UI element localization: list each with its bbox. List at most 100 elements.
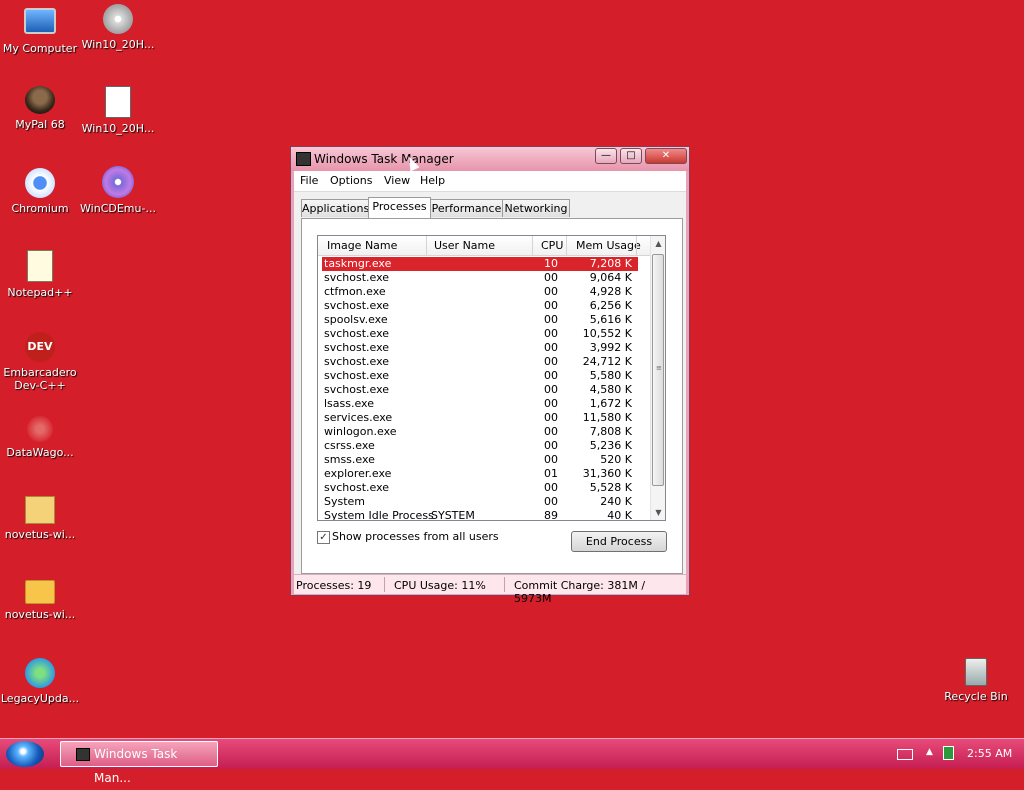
cell-mem-usage: 5,236 K — [589, 439, 632, 452]
battery-icon[interactable] — [943, 746, 954, 760]
datawago-icon — [27, 416, 53, 442]
keyboard-icon[interactable] — [897, 749, 913, 760]
table-row[interactable]: svchost.exe 00 5,528 K — [322, 481, 638, 495]
status-processes: Processes: 19 — [296, 579, 372, 592]
cell-cpu: 00 — [544, 383, 558, 396]
clock[interactable]: 2:55 AM — [967, 747, 1012, 760]
cell-image-name: svchost.exe — [324, 481, 390, 494]
vertical-scrollbar[interactable]: ▲ ≡ ▼ — [650, 236, 665, 520]
maximize-button[interactable]: □ — [620, 148, 642, 164]
table-row[interactable]: services.exe 00 11,580 K — [322, 411, 638, 425]
process-list[interactable]: Image Name User Name CPU Mem Usage taskm… — [317, 235, 666, 521]
desktop-icon-wincdemu[interactable]: WinCDEmu-... — [78, 166, 158, 215]
cell-image-name: System — [324, 495, 366, 508]
table-row[interactable]: spoolsv.exe 00 5,616 K — [322, 313, 638, 327]
cell-mem-usage: 7,808 K — [589, 425, 632, 438]
status-divider — [384, 577, 385, 592]
table-row[interactable]: svchost.exe 00 24,712 K — [322, 355, 638, 369]
cell-cpu: 00 — [544, 299, 558, 312]
cell-image-name: lsass.exe — [324, 397, 374, 410]
desktop-icon-win10-iso[interactable]: Win10_20H... — [78, 4, 158, 51]
desktop-icon-notepadpp[interactable]: Notepad++ — [0, 250, 80, 299]
cell-cpu: 10 — [544, 257, 558, 270]
table-row[interactable]: winlogon.exe 00 7,808 K — [322, 425, 638, 439]
table-row[interactable]: csrss.exe 00 5,236 K — [322, 439, 638, 453]
table-row[interactable]: ctfmon.exe 00 4,928 K — [322, 285, 638, 299]
close-button[interactable]: ✕ — [645, 148, 687, 164]
cell-cpu: 00 — [544, 271, 558, 284]
table-row[interactable]: lsass.exe 00 1,672 K — [322, 397, 638, 411]
status-bar: Processes: 19 CPU Usage: 11% Commit Char… — [294, 574, 686, 605]
scroll-up-arrow-icon[interactable]: ▲ — [651, 236, 665, 251]
desktop-icon-my-computer[interactable]: My Computer — [0, 4, 80, 55]
checkmark-icon[interactable]: ✓ — [317, 531, 330, 544]
desktop-icon-win10-file[interactable]: Win10_20H... — [78, 86, 158, 135]
desktop-icon-mypal[interactable]: MyPal 68 — [0, 86, 80, 131]
desktop-icon-label: novetus-wi... — [4, 528, 76, 541]
start-button[interactable] — [6, 741, 44, 767]
column-divider[interactable] — [566, 236, 567, 255]
scroll-thumb[interactable]: ≡ — [652, 254, 664, 486]
menu-help[interactable]: Help — [420, 174, 445, 187]
desktop-icon-recycle-bin[interactable]: Recycle Bin — [936, 658, 1016, 703]
column-divider[interactable] — [532, 236, 533, 255]
column-divider[interactable] — [426, 236, 427, 255]
table-row[interactable]: svchost.exe 00 3,992 K — [322, 341, 638, 355]
desktop-icon-datawago[interactable]: DataWago... — [0, 416, 80, 459]
table-row[interactable]: svchost.exe 00 10,552 K — [322, 327, 638, 341]
desktop-icon-legacyupdate[interactable]: LegacyUpda... — [0, 658, 80, 705]
table-row[interactable]: svchost.exe 00 5,580 K — [322, 369, 638, 383]
menu-view[interactable]: View — [384, 174, 410, 187]
table-row[interactable]: svchost.exe 00 4,580 K — [322, 383, 638, 397]
desktop-icon-chromium[interactable]: Chromium — [0, 168, 80, 215]
desktop-icon-label: MyPal 68 — [15, 118, 65, 131]
cell-mem-usage: 6,256 K — [589, 299, 632, 312]
computer-icon — [24, 8, 56, 34]
desktop-icon-devcpp[interactable]: DEV Embarcadero Dev-C++ — [0, 332, 80, 392]
menu-options[interactable]: Options — [330, 174, 372, 187]
table-row[interactable]: svchost.exe 00 9,064 K — [322, 271, 638, 285]
cell-mem-usage: 1,672 K — [589, 397, 632, 410]
column-divider[interactable] — [636, 236, 637, 255]
tab-processes[interactable]: Processes — [368, 197, 431, 218]
table-row[interactable]: System 00 240 K — [322, 495, 638, 509]
cell-cpu: 00 — [544, 397, 558, 410]
cell-mem-usage: 10,552 K — [582, 327, 632, 340]
title-bar[interactable]: Windows Task Manager — □ ✕ — [291, 147, 689, 171]
cell-image-name: svchost.exe — [324, 271, 390, 284]
col-header-user-name[interactable]: User Name — [434, 239, 495, 252]
tab-performance[interactable]: Performance — [430, 199, 503, 217]
desktop-icon-label: WinCDEmu-... — [80, 202, 156, 215]
window-title: Windows Task Manager — [314, 152, 454, 166]
desktop-icon-novetus-zip[interactable]: novetus-wi... — [0, 496, 80, 541]
cell-image-name: svchost.exe — [324, 327, 390, 340]
process-rows: taskmgr.exe 10 7,208 K svchost.exe 00 9,064 K… — [322, 257, 638, 521]
end-process-button[interactable]: End Process — [571, 531, 667, 552]
show-hidden-icons-icon[interactable]: ▲ — [926, 747, 933, 757]
taskbar: Windows Task Man... ▲ 2:55 AM — [0, 738, 1024, 785]
desktop-icon-label: novetus-wi... — [4, 608, 76, 621]
table-row[interactable]: explorer.exe 01 31,360 K — [322, 467, 638, 481]
zip-folder-icon — [25, 496, 55, 524]
tab-networking[interactable]: Networking — [502, 199, 570, 217]
desktop-icon-label: Win10_20H... — [81, 122, 155, 135]
menu-file[interactable]: File — [300, 174, 318, 187]
tab-applications[interactable]: Applications — [301, 199, 369, 217]
scroll-down-arrow-icon[interactable]: ▼ — [651, 505, 665, 520]
cell-cpu: 89 — [544, 509, 558, 521]
cell-mem-usage: 5,528 K — [589, 481, 632, 494]
taskbar-task-manager-button[interactable]: Windows Task Man... — [60, 741, 218, 785]
desktop-icon-novetus-folder[interactable]: novetus-wi... — [0, 580, 80, 621]
cell-cpu: 00 — [544, 495, 558, 508]
table-row[interactable]: svchost.exe 00 6,256 K — [322, 299, 638, 313]
table-row[interactable]: taskmgr.exe 10 7,208 K — [322, 257, 638, 271]
minimize-button[interactable]: — — [595, 148, 617, 164]
disc-icon — [103, 4, 133, 34]
table-row[interactable]: System Idle Process SYSTEM 89 40 K — [322, 509, 638, 521]
table-row[interactable]: smss.exe 00 520 K — [322, 453, 638, 467]
col-header-cpu[interactable]: CPU — [541, 239, 563, 252]
status-divider — [504, 577, 505, 592]
desktop-icon-label: Win10_20H... — [81, 38, 155, 51]
col-header-mem-usage[interactable]: Mem Usage — [576, 239, 641, 252]
col-header-image-name[interactable]: Image Name — [327, 239, 397, 252]
